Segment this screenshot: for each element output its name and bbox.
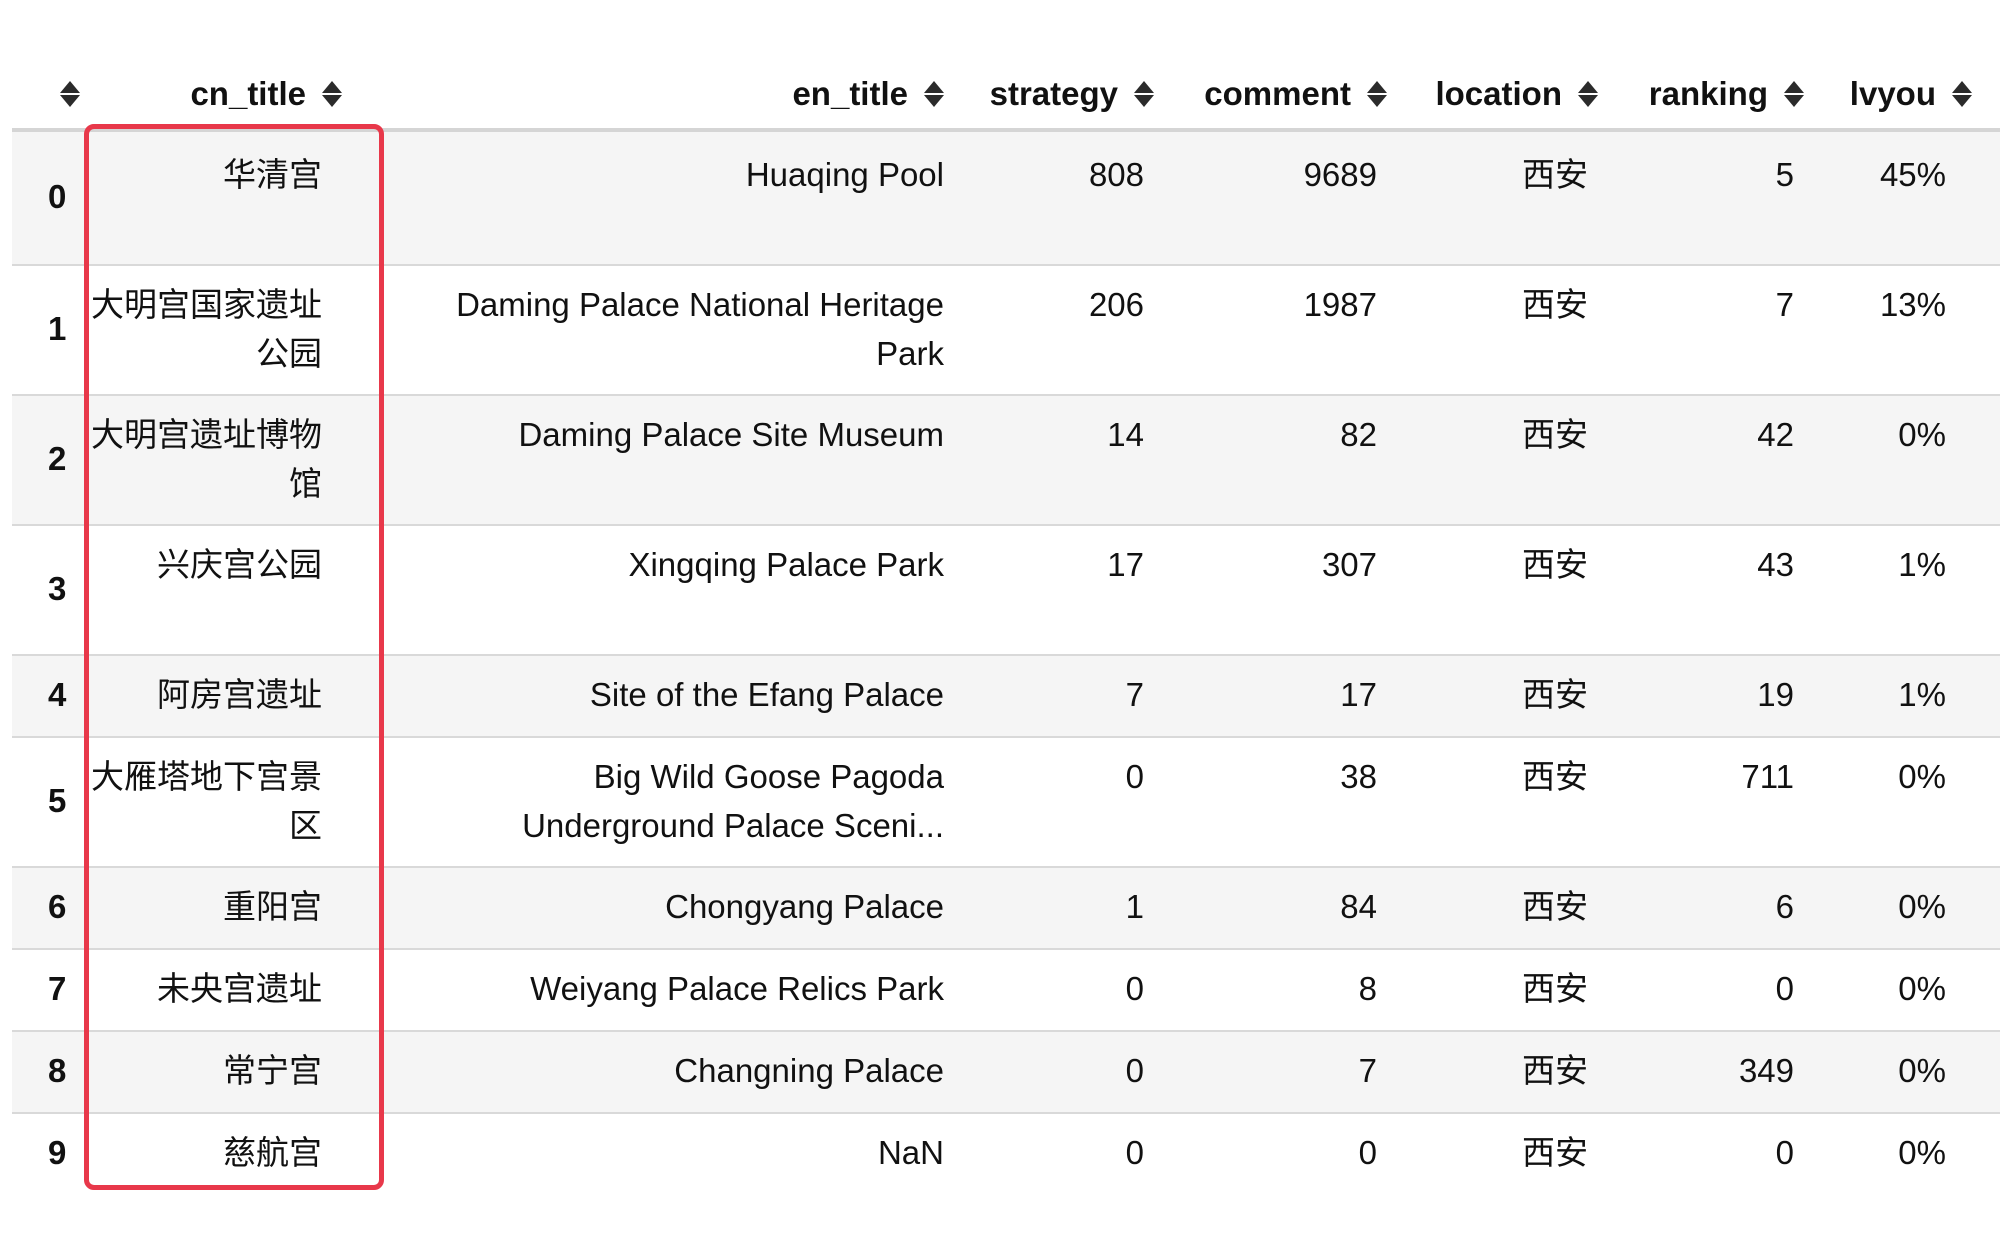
column-header-label: comment xyxy=(1204,75,1351,112)
cell-location: 西安 xyxy=(1522,156,1588,193)
sort-updown-icon[interactable] xyxy=(1950,79,1972,109)
cell-en-title: Chongyang Palace xyxy=(665,888,944,925)
column-header-location[interactable]: location xyxy=(1402,58,1598,130)
sort-updown-icon[interactable] xyxy=(1576,79,1598,109)
row-index: 1 xyxy=(48,310,67,347)
sort-updown-icon[interactable] xyxy=(1365,79,1387,109)
cell-comment: 84 xyxy=(1340,888,1377,925)
cell-strategy: 17 xyxy=(1107,546,1144,583)
cell-ranking: 7 xyxy=(1775,286,1794,323)
cell-en-title: NaN xyxy=(877,1134,944,1171)
row-index: 9 xyxy=(48,1134,67,1171)
cell-lvyou: 45% xyxy=(1879,156,1946,193)
cell-location: 西安 xyxy=(1522,416,1588,453)
row-index: 7 xyxy=(48,970,67,1007)
cell-ranking: 6 xyxy=(1775,888,1794,925)
cell-en-title: Weiyang Palace Relics Park xyxy=(530,970,944,1007)
column-header-en-title[interactable]: en_title xyxy=(612,58,944,130)
cell-comment: 0 xyxy=(1358,1134,1377,1171)
cell-en-title: Xingqing Palace Park xyxy=(628,546,944,583)
column-header-strategy[interactable]: strategy xyxy=(962,58,1154,130)
cell-en-title: Changning Palace xyxy=(674,1052,944,1089)
column-header-ranking[interactable]: ranking xyxy=(1612,58,1804,130)
cell-ranking: 0 xyxy=(1775,1134,1794,1171)
cn-title-highlight-box xyxy=(84,124,384,1190)
cell-strategy: 808 xyxy=(1088,156,1144,193)
cell-ranking: 349 xyxy=(1738,1052,1794,1089)
cell-lvyou: 13% xyxy=(1879,286,1946,323)
column-header-comment[interactable]: comment xyxy=(1172,58,1387,130)
cell-comment: 7 xyxy=(1358,1052,1377,1089)
cell-location: 西安 xyxy=(1522,758,1588,795)
cell-comment: 38 xyxy=(1340,758,1377,795)
column-header-label: cn_title xyxy=(190,75,306,112)
column-header-index[interactable] xyxy=(40,58,80,130)
cell-comment: 1987 xyxy=(1303,286,1377,323)
column-header-label: en_title xyxy=(792,75,908,112)
cell-lvyou: 0% xyxy=(1898,416,1946,453)
cell-location: 西安 xyxy=(1522,1052,1588,1089)
cell-lvyou: 0% xyxy=(1898,888,1946,925)
cell-location: 西安 xyxy=(1522,970,1588,1007)
cell-location: 西安 xyxy=(1522,546,1588,583)
cell-lvyou: 1% xyxy=(1898,676,1946,713)
cell-location: 西安 xyxy=(1522,888,1588,925)
row-index: 3 xyxy=(48,570,67,607)
cell-lvyou: 0% xyxy=(1898,1052,1946,1089)
column-header-label: location xyxy=(1435,75,1562,112)
cell-strategy: 7 xyxy=(1125,676,1144,713)
row-index: 4 xyxy=(48,676,67,713)
row-index: 0 xyxy=(48,178,67,215)
cell-lvyou: 0% xyxy=(1898,758,1946,795)
row-index: 6 xyxy=(48,888,67,925)
sort-updown-icon[interactable] xyxy=(58,79,80,109)
cell-ranking: 5 xyxy=(1775,156,1794,193)
cell-location: 西安 xyxy=(1522,286,1588,323)
cell-ranking: 19 xyxy=(1757,676,1794,713)
table-header-row: cn_title en_title strategy comment locat… xyxy=(12,58,2000,130)
cell-strategy: 206 xyxy=(1088,286,1144,323)
sort-updown-icon[interactable] xyxy=(320,79,342,109)
column-header-cn-title[interactable]: cn_title xyxy=(112,58,342,130)
cell-ranking: 43 xyxy=(1757,546,1794,583)
cell-comment: 82 xyxy=(1340,416,1377,453)
sort-updown-icon[interactable] xyxy=(1132,79,1154,109)
cell-en-title: Daming Palace National Heritage Park xyxy=(456,286,944,372)
cell-comment: 307 xyxy=(1321,546,1377,583)
cell-strategy: 0 xyxy=(1125,970,1144,1007)
row-index: 2 xyxy=(48,440,67,477)
cell-location: 西安 xyxy=(1522,676,1588,713)
cell-en-title: Big Wild Goose Pagoda Underground Palace… xyxy=(522,758,944,844)
cell-strategy: 14 xyxy=(1107,416,1144,453)
column-header-label: lvyou xyxy=(1849,75,1936,112)
cell-en-title: Huaqing Pool xyxy=(745,156,944,193)
cell-comment: 17 xyxy=(1340,676,1377,713)
cell-strategy: 0 xyxy=(1125,758,1144,795)
cell-ranking: 42 xyxy=(1757,416,1794,453)
cell-lvyou: 1% xyxy=(1898,546,1946,583)
cell-strategy: 0 xyxy=(1125,1134,1144,1171)
cell-comment: 8 xyxy=(1358,970,1377,1007)
cell-lvyou: 0% xyxy=(1898,970,1946,1007)
cell-en-title: Daming Palace Site Museum xyxy=(518,416,944,453)
sort-updown-icon[interactable] xyxy=(1782,79,1804,109)
cell-en-title: Site of the Efang Palace xyxy=(589,676,944,713)
row-index: 5 xyxy=(48,782,67,819)
column-header-label: strategy xyxy=(989,75,1118,112)
cell-location: 西安 xyxy=(1522,1134,1588,1171)
column-header-lvyou[interactable]: lvyou xyxy=(1812,58,1972,130)
cell-strategy: 0 xyxy=(1125,1052,1144,1089)
cell-strategy: 1 xyxy=(1125,888,1144,925)
cell-lvyou: 0% xyxy=(1898,1134,1946,1171)
row-index: 8 xyxy=(48,1052,67,1089)
cell-ranking: 711 xyxy=(1741,758,1794,795)
sort-updown-icon[interactable] xyxy=(922,79,944,109)
column-header-label: ranking xyxy=(1648,75,1768,112)
cell-comment: 9689 xyxy=(1303,156,1377,193)
cell-ranking: 0 xyxy=(1775,970,1794,1007)
